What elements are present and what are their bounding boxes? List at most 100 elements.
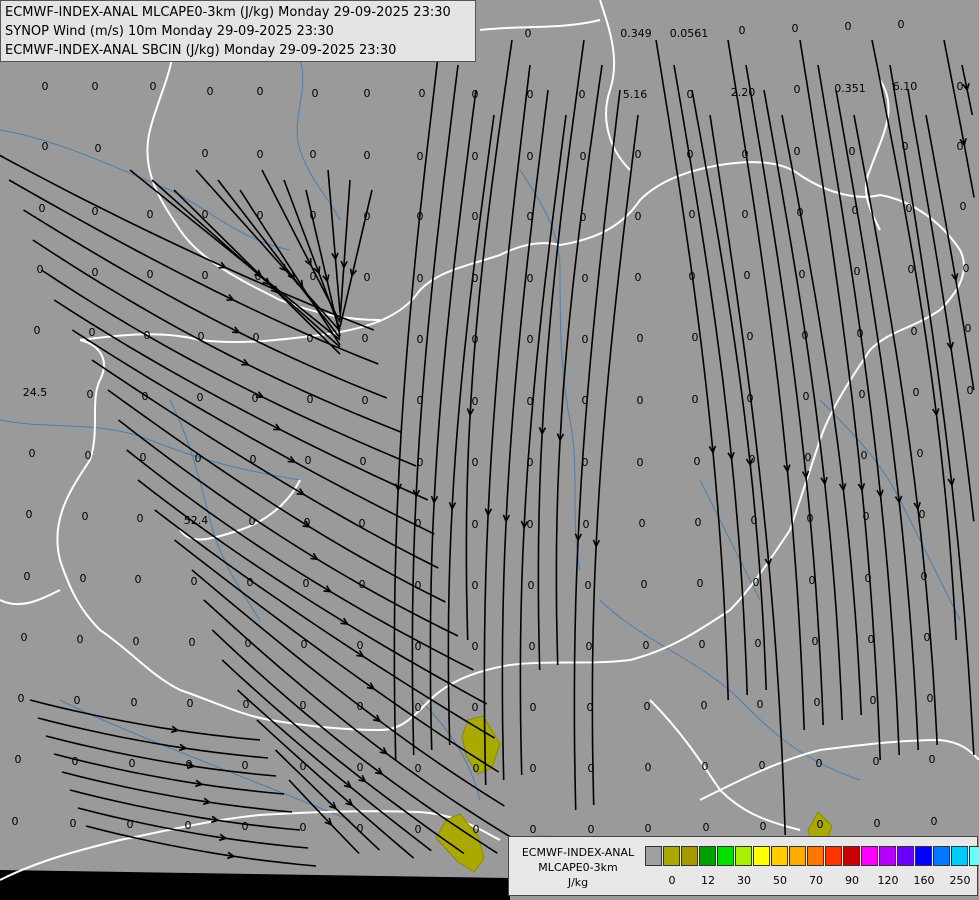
station-value: 0 <box>21 631 28 644</box>
station-value: 0 <box>960 200 967 213</box>
station-value: 0 <box>415 823 422 836</box>
station-value: 0 <box>687 88 694 101</box>
station-value: 0 <box>527 88 534 101</box>
station-value: 0 <box>816 757 823 770</box>
station-value: 0 <box>873 755 880 768</box>
color-legend: ECMWF-INDEX-ANAL MLCAPE0-3km J/kg 0 12 30 5… <box>508 836 979 896</box>
station-value: 0 <box>870 694 877 707</box>
station-value: 0 <box>301 638 308 651</box>
station-value: 0 <box>635 271 642 284</box>
station-value: 0 <box>957 140 964 153</box>
station-value: 0 <box>757 698 764 711</box>
station-value: 0 <box>419 87 426 100</box>
legend-swatch <box>843 846 860 866</box>
station-value: 0 <box>135 573 142 586</box>
station-value: 0 <box>207 85 214 98</box>
station-value: 0 <box>250 453 257 466</box>
legend-swatch <box>663 846 680 866</box>
station-value: 0 <box>42 80 49 93</box>
station-value: 0 <box>529 640 536 653</box>
station-value: 0 <box>364 271 371 284</box>
station-value: 0 <box>357 761 364 774</box>
legend-swatch <box>861 846 878 866</box>
station-value: 0 <box>37 263 44 276</box>
station-value: 0 <box>692 331 699 344</box>
station-value: 0 <box>257 209 264 222</box>
station-value: 0 <box>362 332 369 345</box>
station-value: 0 <box>751 514 758 527</box>
station-value: 0 <box>929 753 936 766</box>
station-value: 0 <box>579 88 586 101</box>
legend-tick-label: 50 <box>773 874 787 887</box>
station-value: 0 <box>967 384 974 397</box>
station-value: 0 <box>142 390 149 403</box>
station-value: 0 <box>195 452 202 465</box>
station-value: 0 <box>753 576 760 589</box>
station-value: 0 <box>133 635 140 648</box>
station-value: 0 <box>472 701 479 714</box>
station-value: 0 <box>95 142 102 155</box>
station-value: 0 <box>472 456 479 469</box>
station-value: 0 <box>191 575 198 588</box>
legend-ticks: 01230507090120160250400 <box>645 874 975 888</box>
station-value: 0 <box>527 210 534 223</box>
station-value: 0 <box>527 456 534 469</box>
station-value: 0 <box>695 516 702 529</box>
station-value: 0 <box>527 150 534 163</box>
weather-map: 0 0 0 0 0 0 0 0 0 0 0 5.16 0 2.20 0 0.351 6.10 0 0 0 0 0 0 0 0 0 0… <box>0 0 979 900</box>
station-value: 0 <box>129 757 136 770</box>
station-value: 0 <box>585 579 592 592</box>
station-value: 0 <box>863 510 870 523</box>
legend-swatch <box>969 846 979 866</box>
station-value: 0 <box>637 394 644 407</box>
station-value: 0 <box>417 210 424 223</box>
station-value: 0 <box>198 330 205 343</box>
station-value: 0 <box>472 395 479 408</box>
station-value: 0 <box>911 325 918 338</box>
station-value: 0 <box>247 576 254 589</box>
station-value: 0 <box>845 20 852 33</box>
station-value: 0 <box>794 83 801 96</box>
station-value: 0 <box>364 149 371 162</box>
station-value: 0 <box>859 388 866 401</box>
station-value: 0 <box>307 393 314 406</box>
station-value: 0 <box>85 449 92 462</box>
station-value: 0 <box>528 579 535 592</box>
station-value: 0 <box>144 329 151 342</box>
station-value: 0 <box>42 140 49 153</box>
station-value: 0 <box>641 578 648 591</box>
station-value: 0 <box>802 329 809 342</box>
station-value: 0 <box>852 204 859 217</box>
station-value: 0 <box>742 148 749 161</box>
station-value: 0 <box>305 454 312 467</box>
station-value: 0 <box>357 639 364 652</box>
station-value: 0 <box>150 80 157 93</box>
station-value: 0 <box>357 822 364 835</box>
station-value: 0 <box>242 759 249 772</box>
legend-swatch <box>699 846 716 866</box>
station-value: 0 <box>580 150 587 163</box>
station-value: 0 <box>747 392 754 405</box>
station-value: 0 <box>92 266 99 279</box>
station-value: 0 <box>965 322 972 335</box>
legend-title-line2: MLCAPE0-3km <box>538 861 618 874</box>
station-value: 0 <box>87 388 94 401</box>
legend-tick-label: 120 <box>877 874 899 887</box>
station-value: 0 <box>921 570 928 583</box>
station-value: 52.4 <box>184 514 209 527</box>
station-value: 0 <box>957 80 964 93</box>
station-value: 0 <box>582 272 589 285</box>
station-value: 0 <box>300 760 307 773</box>
station-value: 0 <box>137 512 144 525</box>
station-value: 0 <box>635 210 642 223</box>
legend-swatch <box>915 846 932 866</box>
legend-swatch <box>645 846 662 866</box>
station-value: 0 <box>360 455 367 468</box>
station-value: 0 <box>257 85 264 98</box>
station-value: 0 <box>359 517 366 530</box>
station-value: 0 <box>359 578 366 591</box>
station-value: 0 <box>797 206 804 219</box>
legend-swatch <box>951 846 968 866</box>
station-value: 0 <box>472 333 479 346</box>
station-value: 0 <box>794 145 801 158</box>
